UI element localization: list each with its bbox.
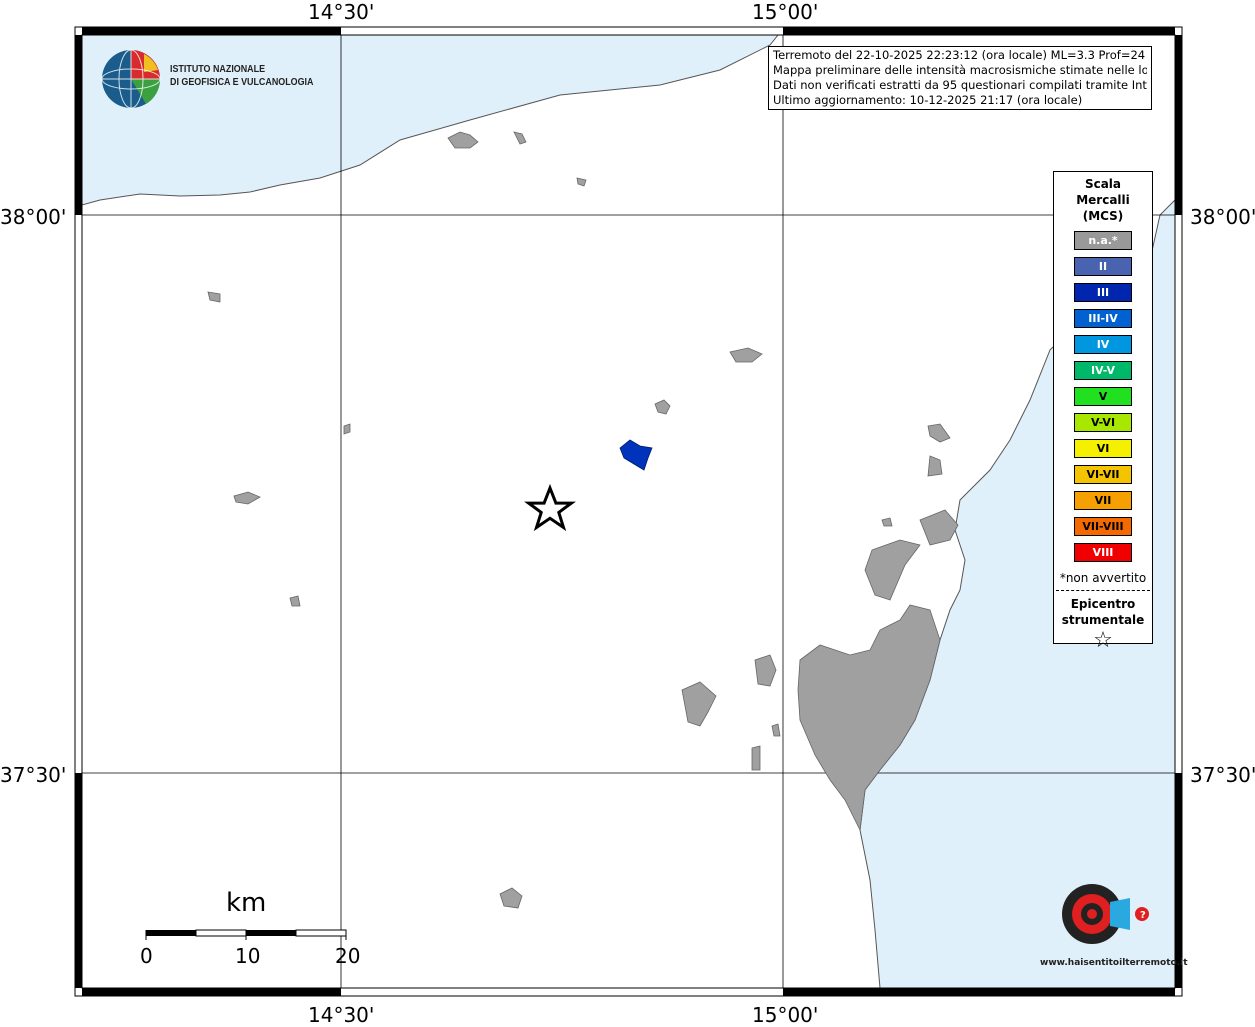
scalebar-tick-0: 0 [140,944,153,968]
haisentito-prefix: www. [1040,958,1068,968]
event-info-line4: Ultimo aggiornamento: 10-12-2025 21:17 (… [773,93,1083,107]
ingv-name: ISTITUTO NAZIONALE DI GEOFISICA E VULCAN… [170,63,313,89]
ingv-name-line2: DI GEOFISICA E VULCANOLOGIA [170,76,314,88]
legend-note: *non avvertito [1059,571,1147,585]
legend-item-iii-iv: III-IV [1074,309,1132,328]
legend-title: Scala Mercalli (MCS) [1054,176,1152,224]
event-info-line3: Dati non verificati estratti da 95 quest… [773,78,1147,92]
lat-label-right-1: 38°00' [1190,205,1255,229]
legend-item-viii: VIII [1074,543,1132,562]
legend-title-line3: (MCS) [1082,209,1124,223]
legend-epicenter-line1: Epicentro [1070,597,1136,611]
legend-item-vi: VI [1074,439,1132,458]
lat-label-left-1: 38°00' [0,205,67,229]
legend-divider [1056,590,1150,591]
legend-item-ii: II [1074,257,1132,276]
legend-item-v-vi: V-VI [1074,413,1132,432]
legend-item-iii: III [1074,283,1132,302]
mcs-legend: Scala Mercalli (MCS) n.a.* II III III-IV IV I… [1053,171,1153,653]
legend-item-vi-vii: VI-VII [1074,465,1132,484]
haisentito-domain: haisentitoilterremoto.it [1067,958,1188,968]
lon-label-top-1: 14°30' [308,0,375,24]
legend-item-v: V [1074,387,1132,406]
scalebar-tick-10: 10 [235,944,261,968]
lon-label-bottom-1: 14°30' [308,1003,375,1027]
legend-star-icon: ☆ [1093,628,1113,653]
event-info-box: Terremoto del 22-10-2025 22:23:12 (ora l… [768,46,1152,110]
scalebar-tick-20: 20 [335,944,361,968]
legend-items: n.a.* II III III-IV IV IV-V V V-VI VI VI-VII VII VI… [1054,231,1152,562]
event-info-line1: Terremoto del 22-10-2025 22:23:12 (ora l… [773,48,1147,62]
lon-label-top-2: 15°00' [752,0,819,24]
legend-item-vii-viii: VII-VIII [1074,517,1132,536]
legend-epicenter-label: Epicentro strumentale [1054,596,1152,628]
haisentito-brand-text: www.haisentitoilterremoto.it [1040,958,1188,968]
lat-label-right-2: 37°30' [1190,763,1255,787]
lat-label-left-2: 37°30' [0,763,67,787]
legend-title-line2: Mercalli [1076,193,1130,207]
legend-epicenter-line2: strumentale [1061,613,1145,627]
legend-item-iv: IV [1074,335,1132,354]
lon-label-bottom-2: 15°00' [752,1003,819,1027]
legend-item-iv-v: IV-V [1074,361,1132,380]
legend-item-na: n.a.* [1074,231,1132,250]
legend-item-vii: VII [1074,491,1132,510]
legend-title-line1: Scala [1084,177,1122,191]
event-info-line2: Mappa preliminare delle intensità macros… [773,63,1147,77]
ingv-name-line1: ISTITUTO NAZIONALE [170,63,266,75]
svg-text:?: ? [1140,910,1146,921]
